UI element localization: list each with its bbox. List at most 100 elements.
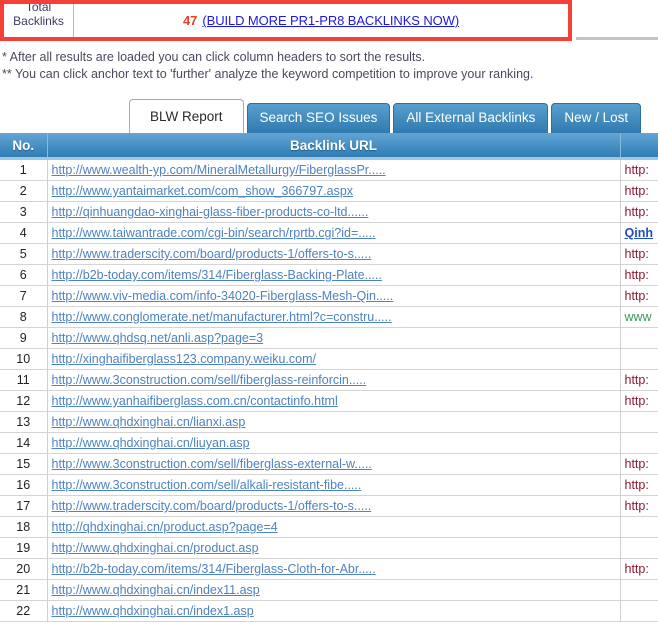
anchor-text-cell (620, 601, 658, 622)
backlink-url-cell: http://www.qhdxinghai.cn/index11.asp (47, 580, 620, 601)
total-backlinks-box: Total Backlinks 47 (BUILD MORE PR1-PR8 B… (0, 0, 572, 41)
backlinks-table: No. Backlink URL 1 http://www.wealth-yp.c… (0, 133, 658, 622)
backlink-url-link[interactable]: http://www.viv-media.com/info-34020-Fibe… (52, 289, 394, 303)
anchor-text-cell: http: (620, 391, 658, 412)
backlink-url-link[interactable]: http://www.qhdsq.net/anli.asp?page=3 (52, 331, 264, 345)
backlink-url-link[interactable]: http://qhdxinghai.cn/product.asp?page=4 (52, 520, 278, 534)
backlink-url-link[interactable]: http://www.conglomerate.net/manufacturer… (52, 310, 392, 324)
row-number: 17 (0, 496, 47, 517)
anchor-text-value: http: (625, 205, 649, 219)
anchor-text-cell: http: (620, 265, 658, 286)
backlink-url-link[interactable]: http://www.traderscity.com/board/product… (52, 247, 372, 261)
build-more-backlinks-link[interactable]: (BUILD MORE PR1-PR8 BACKLINKS NOW) (202, 13, 459, 28)
anchor-text-cell (620, 538, 658, 559)
row-number: 9 (0, 328, 47, 349)
backlink-url-cell: http://www.yantaimarket.com/com_show_366… (47, 181, 620, 202)
note-line-1: * After all results are loaded you can c… (2, 49, 656, 66)
backlink-url-link[interactable]: http://www.qhdxinghai.cn/liuyan.asp (52, 436, 250, 450)
row-number: 14 (0, 433, 47, 454)
row-number: 1 (0, 159, 47, 181)
table-row: 17 http://www.traderscity.com/board/produ… (0, 496, 658, 517)
backlink-url-link[interactable]: http://www.qhdxinghai.cn/lianxi.asp (52, 415, 246, 429)
anchor-text-cell: http: (620, 370, 658, 391)
backlink-url-cell: http://www.qhdxinghai.cn/lianxi.asp (47, 412, 620, 433)
column-header-extra[interactable] (620, 133, 658, 159)
anchor-text-value: http: (625, 499, 649, 513)
anchor-text-value: http: (625, 562, 649, 576)
table-row: 20 http://b2b-today.com/items/314/Fibergl… (0, 559, 658, 580)
table-row: 13http://www.qhdxinghai.cn/lianxi.asp (0, 412, 658, 433)
backlink-url-link[interactable]: http://www.yanhaifiberglass.com.cn/conta… (52, 394, 338, 408)
total-backlinks-value-cell: 47 (BUILD MORE PR1-PR8 BACKLINKS NOW) (74, 4, 568, 37)
table-row: 5 http://www.traderscity.com/board/produc… (0, 244, 658, 265)
row-number: 12 (0, 391, 47, 412)
row-number: 3 (0, 202, 47, 223)
row-number: 15 (0, 454, 47, 475)
anchor-text-cell: www (620, 307, 658, 328)
backlink-url-link[interactable]: http://qinhuangdao-xinghai-glass-fiber-p… (52, 205, 369, 219)
row-number: 4 (0, 223, 47, 244)
table-row: 22 http://www.qhdxinghai.cn/index1.asp (0, 601, 658, 622)
table-row: 4 http://www.taiwantrade.com/cgi-bin/sear… (0, 223, 658, 244)
backlink-url-link[interactable]: http://www.3construction.com/sell/fiberg… (52, 373, 367, 387)
anchor-text-cell: http: (620, 202, 658, 223)
tab-all-external-backlinks[interactable]: All External Backlinks (393, 103, 548, 133)
anchor-text-value: http: (625, 289, 649, 303)
backlink-url-link[interactable]: http://www.3construction.com/sell/alkali… (52, 478, 362, 492)
column-header-backlink-url[interactable]: Backlink URL (47, 133, 620, 159)
backlink-url-link[interactable]: http://www.3construction.com/sell/fiberg… (52, 457, 372, 471)
backlink-url-link[interactable]: http://www.qhdxinghai.cn/index1.asp (52, 604, 254, 618)
anchor-text-cell: http: (620, 181, 658, 202)
row-number: 6 (0, 265, 47, 286)
table-row: 2http://www.yantaimarket.com/com_show_36… (0, 181, 658, 202)
backlink-url-link[interactable]: http://xinghaifiberglass123.company.weik… (52, 352, 317, 366)
backlink-url-link[interactable]: http://www.taiwantrade.com/cgi-bin/searc… (52, 226, 376, 240)
backlink-url-cell: http://www.qhdxinghai.cn/index1.asp (47, 601, 620, 622)
anchor-text-value: www (625, 310, 652, 324)
tab-blw-report[interactable]: BLW Report (129, 99, 244, 133)
backlink-url-cell: http://qhdxinghai.cn/product.asp?page=4 (47, 517, 620, 538)
column-header-no[interactable]: No. (0, 133, 47, 159)
backlink-url-link[interactable]: http://www.qhdxinghai.cn/index11.asp (52, 583, 260, 597)
row-number: 5 (0, 244, 47, 265)
anchor-text-cell: http: (620, 475, 658, 496)
anchor-text-value[interactable]: Qinh (625, 226, 653, 240)
tab-search-seo-issues[interactable]: Search SEO Issues (247, 103, 391, 133)
tab-new-lost[interactable]: New / Lost (551, 103, 641, 133)
backlink-url-cell: http://www.qhdxinghai.cn/liuyan.asp (47, 433, 620, 454)
table-header-row: No. Backlink URL (0, 133, 658, 159)
backlink-url-cell: http://www.3construction.com/sell/fiberg… (47, 370, 620, 391)
backlinks-table-body: 1 http://www.wealth-yp.com/MineralMetallu… (0, 159, 658, 622)
anchor-text-value: http: (625, 478, 649, 492)
table-row: 15 http://www.3construction.com/sell/fibe… (0, 454, 658, 475)
table-row: 12 http://www.yanhaifiberglass.com.cn/con… (0, 391, 658, 412)
backlink-url-cell: http://qinhuangdao-xinghai-glass-fiber-p… (47, 202, 620, 223)
backlink-url-link[interactable]: http://b2b-today.com/items/314/Fiberglas… (52, 562, 376, 576)
table-row: 1 http://www.wealth-yp.com/MineralMetallu… (0, 159, 658, 181)
anchor-text-cell (620, 517, 658, 538)
backlink-url-link[interactable]: http://www.yantaimarket.com/com_show_366… (52, 184, 354, 198)
anchor-text-value: http: (625, 184, 649, 198)
row-number: 7 (0, 286, 47, 307)
backlink-url-cell: http://www.yanhaifiberglass.com.cn/conta… (47, 391, 620, 412)
table-row: 16http://www.3construction.com/sell/alka… (0, 475, 658, 496)
anchor-text-value: http: (625, 268, 649, 282)
backlink-url-cell: http://b2b-today.com/items/314/Fiberglas… (47, 265, 620, 286)
backlink-url-link[interactable]: http://www.traderscity.com/board/product… (52, 499, 372, 513)
anchor-text-value: http: (625, 373, 649, 387)
backlink-url-link[interactable]: http://b2b-today.com/items/314/Fiberglas… (52, 268, 382, 282)
row-number: 10 (0, 349, 47, 370)
table-row: 9 http://www.qhdsq.net/anli.asp?page=3 (0, 328, 658, 349)
backlink-url-cell: http://www.3construction.com/sell/fiberg… (47, 454, 620, 475)
backlink-url-link[interactable]: http://www.qhdxinghai.cn/product.asp (52, 541, 259, 555)
tab-bar: BLW Report Search SEO Issues All Externa… (0, 97, 658, 133)
table-row: 3 http://qinhuangdao-xinghai-glass-fiber-… (0, 202, 658, 223)
row-number: 21 (0, 580, 47, 601)
table-row: 10 http://xinghaifiberglass123.company.we… (0, 349, 658, 370)
row-number: 20 (0, 559, 47, 580)
anchor-text-value: http: (625, 163, 649, 177)
backlink-url-cell: http://www.traderscity.com/board/product… (47, 496, 620, 517)
row-number: 22 (0, 601, 47, 622)
total-backlinks-label-line2: Backlinks (13, 14, 64, 28)
backlink-url-link[interactable]: http://www.wealth-yp.com/MineralMetallur… (52, 163, 386, 177)
